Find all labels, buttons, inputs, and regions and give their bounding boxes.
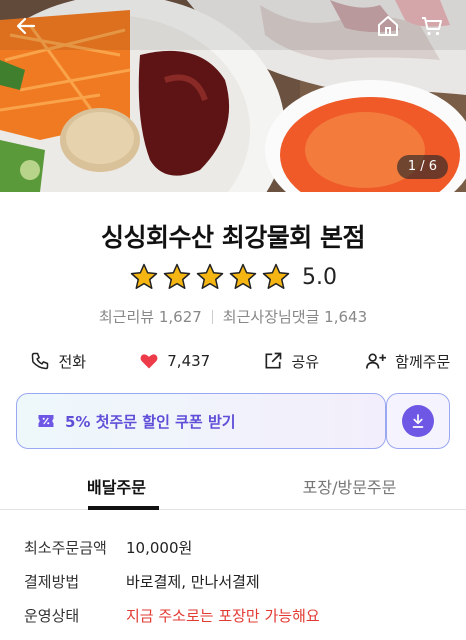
group-order-button[interactable]: 함께주문 (350, 346, 466, 376)
review-summary[interactable]: 최근리뷰 1,627 최근사장님댓글 1,643 (0, 306, 466, 327)
favorite-count: 7,437 (167, 352, 211, 370)
store-photo[interactable]: 1 / 6 (0, 0, 466, 192)
back-button[interactable] (14, 14, 46, 46)
cart-icon (422, 17, 442, 36)
star-icon (262, 263, 290, 289)
rating-row[interactable]: 5.0 (0, 262, 466, 292)
share-icon (265, 352, 282, 369)
home-button[interactable] (376, 14, 408, 46)
call-button[interactable]: 전화 (0, 346, 117, 376)
info-row-min-order: 최소주문금액 10,000원 (24, 536, 444, 570)
rating-value: 5.0 (302, 264, 337, 290)
home-icon (378, 16, 398, 36)
heart-icon (140, 354, 158, 369)
payment-value: 바로결제, 만나서결제 (126, 573, 260, 591)
store-name: 싱싱회수산 최강물회 본점 (101, 223, 365, 252)
download-icon (412, 414, 424, 428)
star-icon (163, 263, 191, 289)
info-row-status: 운영상태 지금 주소로는 포장만 가능해요 (24, 604, 444, 638)
order-type-tabs: 배달주문 포장/방문주문 (0, 470, 466, 510)
star-icon (229, 263, 257, 289)
photo-counter: 1 / 6 (396, 155, 448, 179)
recent-reviews[interactable]: 최근리뷰 1,627 (99, 306, 202, 327)
coupon-label: 5% 첫주문 할인 쿠폰 받기 (65, 412, 236, 431)
action-bar: 전화 7,437 공유 함께주문 (0, 346, 466, 376)
call-label: 전화 (58, 352, 87, 371)
min-order-label: 최소주문금액 (24, 539, 107, 557)
favorite-button[interactable]: 7,437 (117, 346, 234, 376)
back-arrow-icon (16, 17, 36, 35)
coupon-download-button[interactable] (386, 393, 450, 449)
tab-delivery[interactable]: 배달주문 (0, 470, 233, 510)
share-button[interactable]: 공유 (233, 346, 350, 376)
status-value: 지금 주소로는 포장만 가능해요 (126, 607, 320, 625)
add-person-icon (366, 353, 387, 369)
cart-button[interactable] (420, 14, 452, 46)
download-circle (402, 405, 434, 437)
tab-pickup[interactable]: 포장/방문주문 (233, 470, 466, 509)
star-icon (196, 263, 224, 289)
coupon-ticket-icon (38, 415, 54, 427)
divider (211, 309, 213, 324)
coupon-banner: 5% 첫주문 할인 쿠폰 받기 (16, 393, 450, 449)
coupon-button[interactable]: 5% 첫주문 할인 쿠폰 받기 (16, 393, 386, 449)
store-info: 최소주문금액 10,000원 결제방법 바로결제, 만나서결제 운영상태 지금 … (24, 536, 444, 638)
payment-label: 결제방법 (24, 573, 80, 591)
owner-replies[interactable]: 최근사장님댓글 1,643 (223, 306, 367, 327)
info-row-payment: 결제방법 바로결제, 만나서결제 (24, 570, 444, 604)
star-icon (130, 263, 158, 289)
phone-icon (32, 352, 49, 370)
status-label: 운영상태 (24, 607, 80, 625)
share-label: 공유 (291, 352, 320, 371)
group-order-label: 함께주문 (395, 352, 451, 371)
min-order-value: 10,000원 (126, 539, 193, 557)
